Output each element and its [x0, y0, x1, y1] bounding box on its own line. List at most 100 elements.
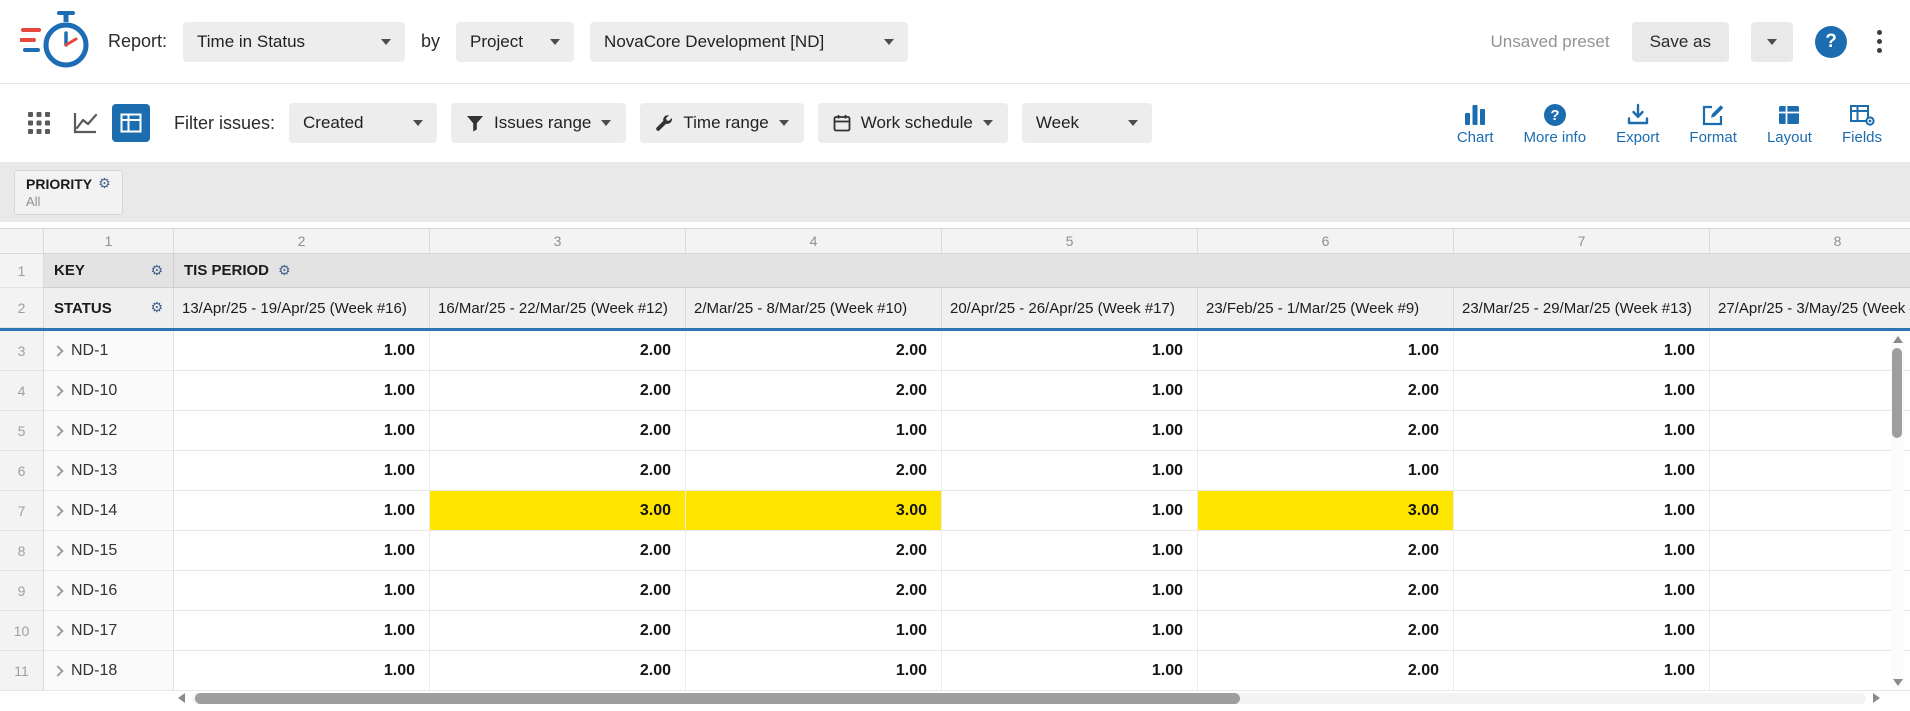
- vertical-scrollbar[interactable]: [1891, 334, 1904, 688]
- value-cell[interactable]: 3.00: [1198, 491, 1454, 531]
- priority-filter-chip[interactable]: PRIORITY ⚙ All: [14, 170, 123, 215]
- value-cell[interactable]: 1.00: [174, 611, 430, 651]
- value-cell[interactable]: 2.00: [1198, 571, 1454, 611]
- value-cell[interactable]: 2.00: [1198, 411, 1454, 451]
- expand-chevron-icon[interactable]: [52, 665, 63, 676]
- more-menu-button[interactable]: [1869, 24, 1890, 59]
- export-action-button[interactable]: Export: [1616, 101, 1659, 146]
- issue-key-cell[interactable]: ND-10: [44, 371, 174, 411]
- issue-key-cell[interactable]: ND-18: [44, 651, 174, 691]
- vertical-scrollbar-thumb[interactable]: [1892, 348, 1902, 438]
- expand-chevron-icon[interactable]: [52, 425, 63, 436]
- value-cell[interactable]: 1.00: [686, 411, 942, 451]
- chart-action-button[interactable]: Chart: [1457, 101, 1494, 146]
- help-button[interactable]: ?: [1815, 26, 1847, 58]
- layout-action-button[interactable]: Layout: [1767, 101, 1812, 146]
- value-cell[interactable]: 1.00: [942, 611, 1198, 651]
- gear-icon[interactable]: ⚙: [278, 264, 291, 278]
- period-select[interactable]: Week: [1022, 103, 1152, 143]
- value-cell[interactable]: 2.00: [686, 331, 942, 371]
- more-info-action-button[interactable]: ? More info: [1524, 101, 1587, 146]
- scroll-left-arrow-icon[interactable]: [178, 693, 185, 703]
- value-cell[interactable]: 1.00: [1454, 571, 1710, 611]
- value-cell[interactable]: 3.00: [430, 491, 686, 531]
- expand-chevron-icon[interactable]: [52, 505, 63, 516]
- value-cell[interactable]: 1.00: [174, 571, 430, 611]
- value-cell[interactable]: [1710, 371, 1910, 411]
- issues-range-button[interactable]: Issues range: [451, 103, 626, 143]
- expand-chevron-icon[interactable]: [52, 465, 63, 476]
- value-cell[interactable]: [1710, 611, 1910, 651]
- value-cell[interactable]: 2.00: [430, 571, 686, 611]
- value-cell[interactable]: 2.00: [430, 331, 686, 371]
- save-as-dropdown-button[interactable]: [1751, 22, 1793, 62]
- value-cell[interactable]: 1.00: [942, 571, 1198, 611]
- expand-chevron-icon[interactable]: [52, 545, 63, 556]
- value-cell[interactable]: 2.00: [686, 371, 942, 411]
- issue-key-cell[interactable]: ND-14: [44, 491, 174, 531]
- expand-chevron-icon[interactable]: [52, 585, 63, 596]
- value-cell[interactable]: 1.00: [174, 371, 430, 411]
- value-cell[interactable]: 1.00: [942, 371, 1198, 411]
- time-range-button[interactable]: Time range: [640, 103, 803, 143]
- value-cell[interactable]: 1.00: [174, 451, 430, 491]
- value-cell[interactable]: 1.00: [686, 651, 942, 691]
- value-cell[interactable]: 2.00: [430, 411, 686, 451]
- value-cell[interactable]: 1.00: [174, 651, 430, 691]
- value-cell[interactable]: [1710, 651, 1910, 691]
- group-by-select[interactable]: Project: [456, 22, 574, 62]
- horizontal-scrollbar[interactable]: [178, 691, 1880, 705]
- value-cell[interactable]: 1.00: [174, 411, 430, 451]
- expand-chevron-icon[interactable]: [52, 625, 63, 636]
- value-cell[interactable]: 1.00: [1454, 531, 1710, 571]
- issue-key-cell[interactable]: ND-16: [44, 571, 174, 611]
- value-cell[interactable]: 2.00: [1198, 371, 1454, 411]
- horizontal-scrollbar-track[interactable]: [192, 693, 1866, 704]
- value-cell[interactable]: 1.00: [1198, 331, 1454, 371]
- value-cell[interactable]: 2.00: [430, 531, 686, 571]
- value-cell[interactable]: 2.00: [686, 451, 942, 491]
- value-cell[interactable]: 1.00: [942, 411, 1198, 451]
- value-cell[interactable]: [1710, 411, 1910, 451]
- value-cell[interactable]: 1.00: [942, 451, 1198, 491]
- value-cell[interactable]: 1.00: [1454, 331, 1710, 371]
- scroll-right-arrow-icon[interactable]: [1873, 693, 1880, 703]
- issue-key-cell[interactable]: ND-15: [44, 531, 174, 571]
- value-cell[interactable]: 1.00: [174, 531, 430, 571]
- value-cell[interactable]: 2.00: [1198, 611, 1454, 651]
- horizontal-scrollbar-thumb[interactable]: [195, 693, 1240, 704]
- save-as-button[interactable]: Save as: [1632, 22, 1729, 62]
- value-cell[interactable]: 2.00: [686, 531, 942, 571]
- value-cell[interactable]: 2.00: [430, 651, 686, 691]
- gear-icon[interactable]: ⚙: [150, 301, 163, 315]
- value-cell[interactable]: 1.00: [174, 331, 430, 371]
- value-cell[interactable]: 2.00: [430, 371, 686, 411]
- value-cell[interactable]: 1.00: [942, 531, 1198, 571]
- value-cell[interactable]: 1.00: [942, 651, 1198, 691]
- scroll-up-arrow-icon[interactable]: [1893, 336, 1903, 343]
- value-cell[interactable]: [1710, 571, 1910, 611]
- value-cell[interactable]: 1.00: [1198, 451, 1454, 491]
- issue-key-cell[interactable]: ND-17: [44, 611, 174, 651]
- value-cell[interactable]: 1.00: [174, 491, 430, 531]
- filter-issues-select[interactable]: Created: [289, 103, 437, 143]
- value-cell[interactable]: 1.00: [1454, 651, 1710, 691]
- expand-chevron-icon[interactable]: [52, 345, 63, 356]
- value-cell[interactable]: 1.00: [1454, 491, 1710, 531]
- table-view-button[interactable]: [112, 104, 150, 142]
- gear-icon[interactable]: ⚙: [150, 264, 163, 278]
- value-cell[interactable]: 2.00: [686, 571, 942, 611]
- work-schedule-button[interactable]: Work schedule: [818, 103, 1008, 143]
- value-cell[interactable]: 1.00: [1454, 371, 1710, 411]
- value-cell[interactable]: 1.00: [1454, 411, 1710, 451]
- value-cell[interactable]: 1.00: [1454, 611, 1710, 651]
- value-cell[interactable]: 3.00: [686, 491, 942, 531]
- value-cell[interactable]: 2.00: [430, 611, 686, 651]
- value-cell[interactable]: 2.00: [1198, 531, 1454, 571]
- issue-key-cell[interactable]: ND-12: [44, 411, 174, 451]
- value-cell[interactable]: 2.00: [430, 451, 686, 491]
- value-cell[interactable]: [1710, 531, 1910, 571]
- value-cell[interactable]: [1710, 491, 1910, 531]
- value-cell[interactable]: 1.00: [1454, 451, 1710, 491]
- value-cell[interactable]: [1710, 331, 1910, 371]
